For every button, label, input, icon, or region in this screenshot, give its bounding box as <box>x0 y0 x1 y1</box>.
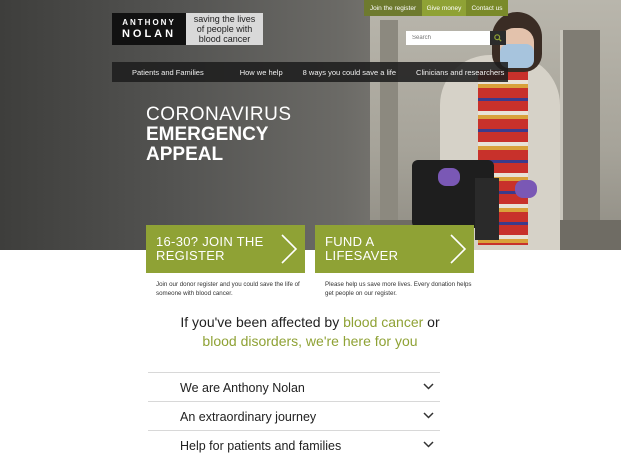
chevron-right-icon <box>450 234 467 264</box>
hero-photo-glove <box>515 180 537 198</box>
join-register-link[interactable]: Join the register <box>364 0 422 16</box>
hero-photo-bag-strap <box>475 178 499 240</box>
hero-headline: CORONAVIRUS EMERGENCY APPEAL <box>146 105 292 165</box>
hero-photo-glove <box>438 168 460 186</box>
hero-photo-door <box>560 30 600 230</box>
give-money-link[interactable]: Give money <box>422 0 466 16</box>
cta-label: FUND A LIFESAVER <box>325 234 399 263</box>
logo-line-2: NOLAN <box>121 28 177 40</box>
affected-heading: If you've been affected by blood cancer … <box>120 313 500 351</box>
cta-label: 16-30? JOIN THE REGISTER <box>156 234 264 263</box>
search-input[interactable] <box>406 31 490 45</box>
accordion-label: An extraordinary journey <box>180 410 317 424</box>
blood-cancer-link[interactable]: blood cancer <box>343 314 423 330</box>
join-register-cta[interactable]: 16-30? JOIN THE REGISTER <box>146 225 305 273</box>
anthony-nolan-logo[interactable]: ANTHONY NOLAN saving the lives of people… <box>112 13 263 45</box>
search-button[interactable] <box>490 31 506 45</box>
accordion-item-we-are-anthony-nolan[interactable]: We are Anthony Nolan <box>148 372 440 401</box>
fund-lifesaver-description: Please help us save more lives. Every do… <box>325 281 472 297</box>
chevron-right-icon <box>281 234 298 264</box>
blood-disorders-link[interactable]: blood disorders <box>202 333 298 349</box>
hero-headline-line-1: CORONAVIRUS <box>146 104 292 125</box>
logo-line-1: ANTHONY <box>122 18 176 27</box>
accordion-item-help-patients-families[interactable]: Help for patients and families <box>148 430 440 459</box>
hero-headline-line-3: APPEAL <box>146 144 224 165</box>
search-icon <box>494 34 502 42</box>
hero-headline-line-2: EMERGENCY <box>146 124 269 145</box>
nav-item-patients-families[interactable]: Patients and Families <box>112 68 230 77</box>
nav-item-8-ways[interactable]: 8 ways you could save a life <box>293 68 406 77</box>
logo-wordmark: ANTHONY NOLAN <box>112 13 186 45</box>
nav-item-clinicians[interactable]: Clinicians and researchers <box>406 68 514 77</box>
logo-tagline: saving the lives of people with blood ca… <box>186 13 263 45</box>
chevron-down-icon <box>423 412 434 419</box>
affected-text-end: , we're here for you <box>298 333 418 349</box>
affected-text: If you've been affected by <box>180 314 344 330</box>
accordion-item-extraordinary-journey[interactable]: An extraordinary journey <box>148 401 440 430</box>
nav-item-how-we-help[interactable]: How we help <box>230 68 293 77</box>
affected-text: or <box>423 314 440 330</box>
accordion-label: We are Anthony Nolan <box>180 381 305 395</box>
accordion-label: Help for patients and families <box>180 439 342 453</box>
chevron-down-icon <box>423 441 434 448</box>
fund-lifesaver-cta[interactable]: FUND A LIFESAVER <box>315 225 474 273</box>
hero-banner <box>0 0 621 250</box>
contact-us-link[interactable]: Contact us <box>466 0 508 16</box>
hero-photo-frame <box>380 20 398 250</box>
chevron-down-icon <box>423 383 434 390</box>
main-nav: Patients and Families How we help 8 ways… <box>112 62 508 82</box>
join-register-description: Join our donor register and you could sa… <box>156 281 300 297</box>
